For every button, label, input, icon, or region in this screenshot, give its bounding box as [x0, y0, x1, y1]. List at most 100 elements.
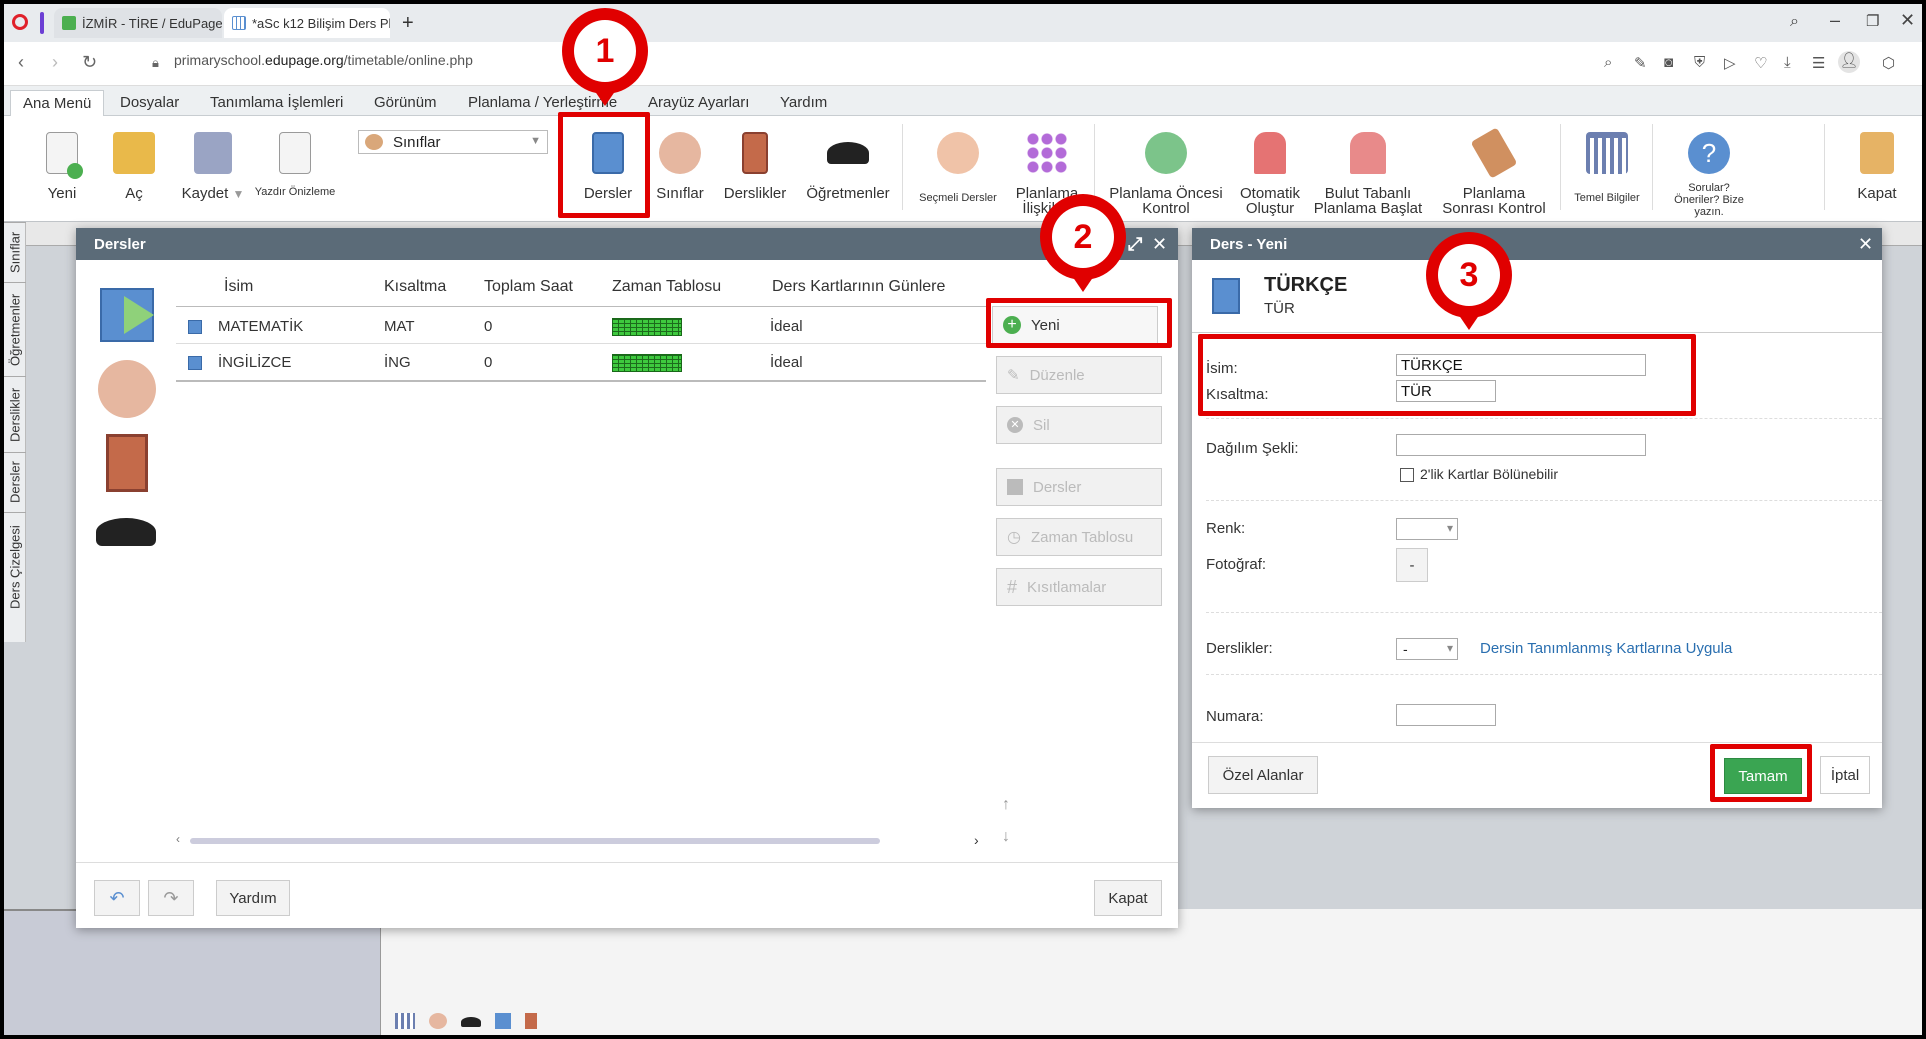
side-tab-siniflar[interactable]: Sınıflar — [4, 222, 26, 282]
door-large-icon[interactable] — [106, 434, 148, 492]
scroll-thumb[interactable] — [190, 838, 880, 844]
undo-button[interactable]: ↶ — [94, 880, 140, 916]
secmeli-dersler-button[interactable]: Seçmeli Dersler — [912, 116, 1004, 216]
row-saat: 0 — [484, 318, 493, 335]
ozel-alanlar-button[interactable]: Özel Alanlar — [1208, 756, 1318, 794]
planlama-sonrasi-kontrol-button[interactable]: Planlama Sonrası Kontrol — [1432, 116, 1556, 216]
book-small-icon[interactable] — [495, 1013, 511, 1029]
students-large-icon[interactable] — [98, 360, 156, 418]
heart-icon[interactable]: ♡ — [1754, 54, 1767, 72]
sil-button[interactable]: ✕ Sil — [996, 406, 1162, 444]
otomatik-olustur-button[interactable]: Otomatik Oluştur — [1230, 116, 1310, 216]
kapat-button[interactable]: Kapat — [1094, 880, 1162, 916]
table-row[interactable]: İNGİLİZCE İNG 0 İdeal — [176, 344, 986, 382]
menu-icon[interactable]: ☰ — [1812, 54, 1825, 72]
duzenle-button[interactable]: ✎ Düzenle — [996, 356, 1162, 394]
col-toplam-saat[interactable]: Toplam Saat — [484, 278, 573, 296]
search-tabs-icon[interactable]: ⌕ — [1790, 13, 1799, 31]
col-kisaltma[interactable]: Kısaltma — [384, 278, 446, 296]
side-tab-dersler[interactable]: Dersler — [4, 452, 26, 512]
horizontal-scrollbar[interactable]: ‹ › — [176, 832, 986, 848]
tab-dosyalar[interactable]: Dosyalar — [120, 94, 179, 111]
iptal-button[interactable]: İptal — [1820, 756, 1870, 794]
side-tab-ders-cizelgesi[interactable]: Ders Çizelgesi — [4, 512, 26, 622]
browser-tab-edupage[interactable]: İZMİR - TİRE / EduPage Der — [54, 8, 222, 38]
tab-ana-menu[interactable]: Ana Menü — [10, 90, 105, 117]
opera-icon[interactable] — [12, 14, 28, 30]
edit-icon[interactable]: ✎ — [1634, 54, 1647, 72]
table-row[interactable]: MATEMATİK MAT 0 İdeal — [176, 308, 986, 344]
chevron-down-icon[interactable]: ▼ — [232, 187, 244, 201]
restore-icon[interactable]: ❐ — [1866, 12, 1879, 30]
play-icon[interactable]: ▷ — [1724, 54, 1736, 72]
view-combo[interactable]: Sınıflar ▼ — [358, 130, 548, 154]
expand-icon[interactable]: ⤢ — [1128, 234, 1142, 255]
tab-yardim[interactable]: Yardım — [780, 94, 827, 111]
dersler-list-button[interactable]: Dersler — [996, 468, 1162, 506]
scroll-left-icon[interactable]: ‹ — [176, 832, 180, 846]
col-isim[interactable]: İsim — [224, 278, 253, 296]
new-file-button[interactable]: Yeni — [32, 116, 92, 216]
zoom-icon[interactable]: ⌕ — [1604, 54, 1612, 71]
shield-icon[interactable]: ⛨ — [1694, 54, 1705, 71]
numara-input[interactable] — [1396, 704, 1496, 726]
scroll-right-icon[interactable]: › — [974, 832, 979, 848]
kapat-ribbon-button[interactable]: Kapat — [1844, 116, 1910, 216]
graduation-cap-small-icon[interactable] — [461, 1017, 481, 1027]
renk-select[interactable] — [1396, 518, 1458, 540]
fotograf-button[interactable]: - — [1396, 548, 1428, 582]
url-text[interactable]: primaryschool.edupage.org/timetable/onli… — [174, 52, 473, 68]
minimize-icon[interactable]: – — [1830, 10, 1840, 31]
move-up-icon[interactable]: ↑ — [1002, 796, 1010, 814]
browser-tab-asc[interactable]: *aSc k12 Bilişim Ders Planı — [224, 8, 390, 38]
download-icon[interactable]: ⤓ — [1784, 54, 1791, 71]
close-window-icon[interactable]: ✕ — [1900, 10, 1915, 31]
arrow-import-icon[interactable] — [100, 288, 154, 342]
temel-bilgiler-button[interactable]: Temel Bilgiler — [1566, 116, 1648, 216]
derslikler-button[interactable]: Derslikler — [718, 116, 792, 216]
tab-arayuz[interactable]: Arayüz Ayarları — [648, 94, 749, 111]
sorular-button[interactable]: ? Sorular? Öneriler? Bize yazın. — [1656, 116, 1762, 218]
students-small-icon[interactable] — [429, 1013, 447, 1029]
redo-button[interactable]: ↷ — [148, 880, 194, 916]
tab-tanimlama[interactable]: Tanımlama İşlemleri — [210, 94, 343, 111]
apply-cards-link[interactable]: Dersin Tanımlanmış Kartlarına Uygula — [1480, 640, 1732, 657]
profile-icon[interactable]: 👤︎ — [1838, 51, 1860, 73]
new-tab-plus-icon[interactable]: + — [402, 12, 414, 35]
institution-small-icon[interactable] — [395, 1013, 415, 1029]
col-gunler[interactable]: Ders Kartlarının Günlere — [772, 278, 945, 296]
check-badge-icon — [1145, 132, 1187, 174]
col-zaman-tablosu[interactable]: Zaman Tablosu — [612, 278, 721, 296]
side-tab-ogretmenler[interactable]: Öğretmenler — [4, 282, 26, 376]
camera-icon[interactable]: ◙ — [1664, 54, 1673, 71]
yardim-button[interactable]: Yardım — [216, 880, 290, 916]
bulut-planlama-button[interactable]: Bulut Tabanlı Planlama Başlat — [1308, 116, 1428, 216]
reload-icon[interactable]: ↻ — [82, 52, 97, 73]
side-vertical-tabs: Sınıflar Öğretmenler Derslikler Dersler … — [4, 222, 26, 642]
side-tab-derslikler[interactable]: Derslikler — [4, 376, 26, 452]
graduation-cap-large-icon[interactable] — [96, 518, 156, 546]
derslikler-select[interactable]: - — [1396, 638, 1458, 660]
siniflar-button[interactable]: Sınıflar — [648, 116, 712, 216]
open-button[interactable]: Aç — [104, 116, 164, 216]
new-file-icon — [46, 132, 83, 179]
back-icon[interactable]: ‹ — [18, 52, 24, 73]
tab-gorunum[interactable]: Görünüm — [374, 94, 437, 111]
extensions-icon[interactable]: ⬡ — [1882, 54, 1895, 72]
section-divider — [1206, 418, 1882, 419]
close-icon[interactable]: ✕ — [1152, 234, 1167, 255]
planlama-oncesi-kontrol-button[interactable]: Planlama Öncesi Kontrol — [1100, 116, 1232, 216]
move-down-icon[interactable]: ↓ — [1002, 828, 1010, 846]
clock-icon: ◷ — [1007, 529, 1021, 546]
dagilim-input[interactable] — [1396, 434, 1646, 456]
close-icon[interactable]: ✕ — [1858, 234, 1873, 255]
print-preview-button[interactable]: Yazdır Önizleme — [248, 116, 342, 216]
kisitlamalar-button[interactable]: # Kısıtlamalar — [996, 568, 1162, 606]
save-button[interactable]: Kaydet ▼ — [170, 116, 256, 216]
door-small-icon[interactable] — [525, 1013, 537, 1029]
bolunebilir-checkbox[interactable] — [1400, 468, 1414, 482]
zaman-tablosu-button[interactable]: ◷ Zaman Tablosu — [996, 518, 1162, 556]
forward-icon[interactable]: › — [52, 52, 58, 73]
app-menu-bar: Ana Menü Dosyalar Tanımlama İşlemleri Gö… — [4, 86, 1922, 117]
ogretmenler-button[interactable]: Öğretmenler — [798, 116, 898, 216]
